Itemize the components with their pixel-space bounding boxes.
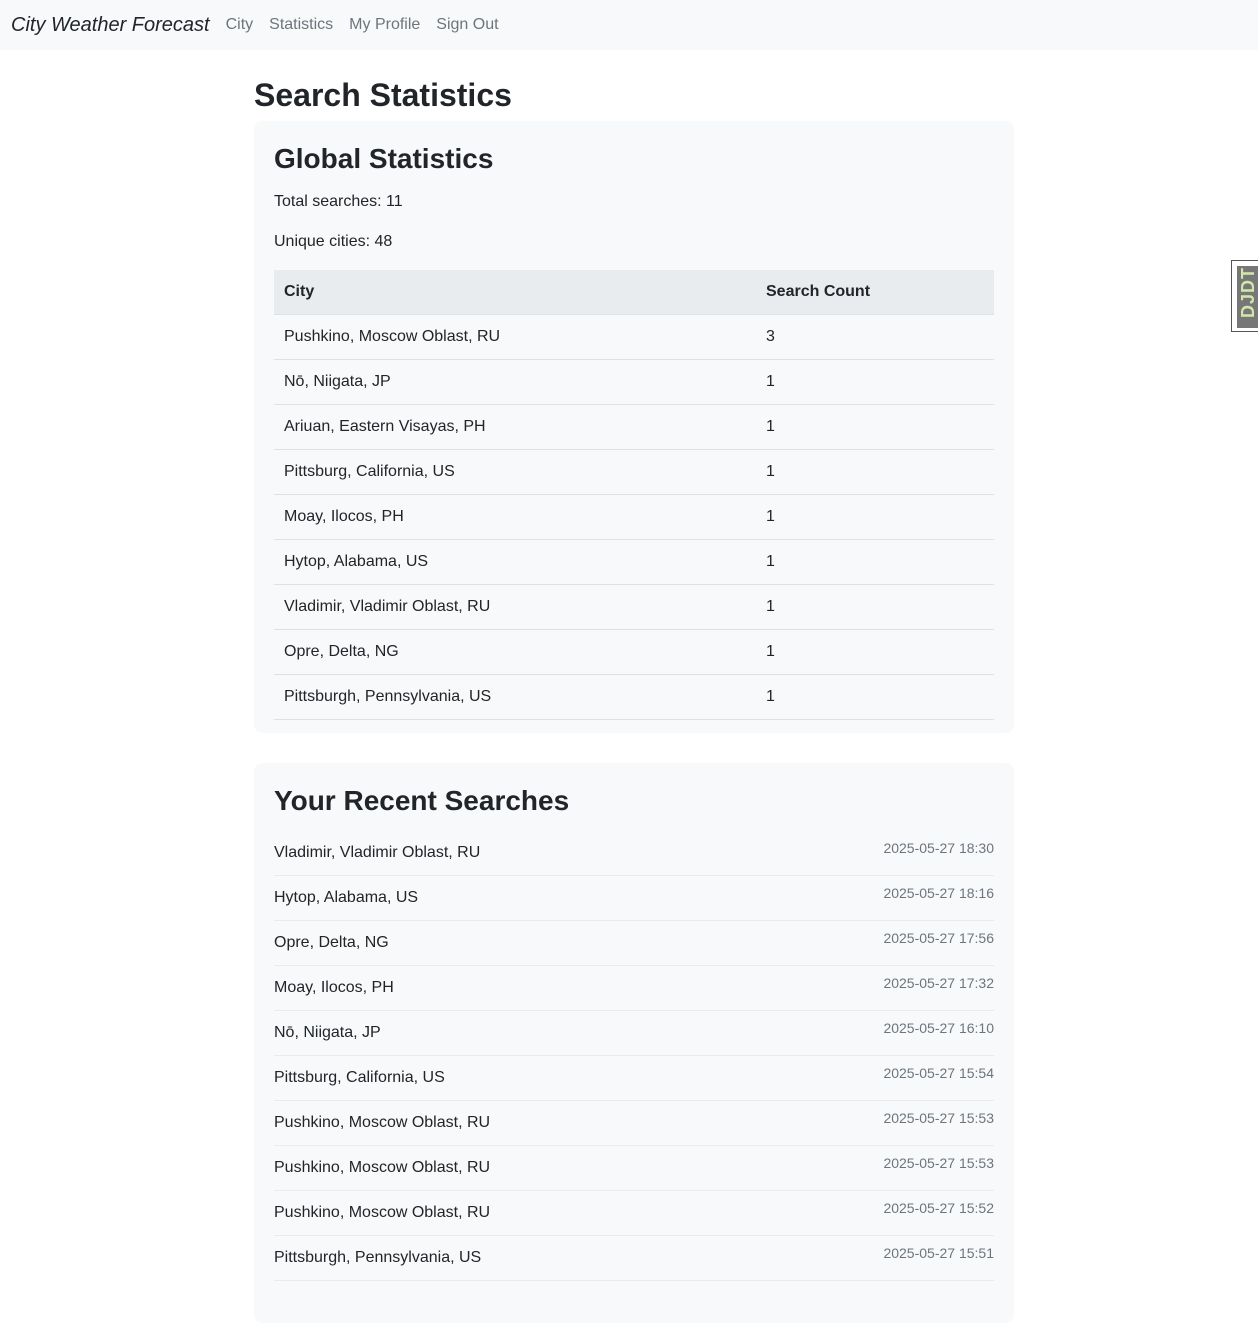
list-item[interactable]: Moay, Ilocos, PH 2025-05-27 17:32 xyxy=(274,966,994,1011)
city-cell: Moay, Ilocos, PH xyxy=(274,494,756,540)
city-cell: Vladimir, Vladimir Oblast, RU xyxy=(274,584,756,630)
city-cell: Ariuan, Eastern Visayas, PH xyxy=(274,404,756,450)
navbar: City Weather Forecast City Statistics My… xyxy=(0,0,1258,50)
table-row: Pushkino, Moscow Oblast, RU 3 xyxy=(274,314,994,360)
recent-searches-list: Vladimir, Vladimir Oblast, RU 2025-05-27 … xyxy=(274,831,994,1281)
total-searches-text: Total searches: 11 xyxy=(274,193,403,210)
main-content: Search Statistics Global Statistics Tota… xyxy=(254,50,1014,1323)
recent-search-timestamp: 2025-05-27 16:10 xyxy=(883,1020,994,1036)
table-row: Pittsburgh, Pennsylvania, US 1 xyxy=(274,674,994,720)
list-item[interactable]: Pushkino, Moscow Oblast, RU 2025-05-27 15… xyxy=(274,1191,994,1236)
city-cell: Nō, Niigata, JP xyxy=(274,359,756,405)
city-cell: Opre, Delta, NG xyxy=(274,629,756,675)
search-count-cell: 1 xyxy=(756,449,994,495)
list-item[interactable]: Opre, Delta, NG 2025-05-27 17:56 xyxy=(274,921,994,966)
search-count-cell: 1 xyxy=(756,674,994,720)
list-item[interactable]: Nō, Niigata, JP 2025-05-27 16:10 xyxy=(274,1011,994,1056)
table-row: Ariuan, Eastern Visayas, PH 1 xyxy=(274,404,994,450)
city-cell: Pittsburg, California, US xyxy=(274,449,756,495)
search-count-cell: 1 xyxy=(756,629,994,675)
table-row: Moay, Ilocos, PH 1 xyxy=(274,494,994,540)
table-row: Vladimir, Vladimir Oblast, RU 1 xyxy=(274,584,994,630)
search-count-cell: 1 xyxy=(756,494,994,540)
debug-toolbar-handle[interactable]: DJDT xyxy=(1231,260,1258,332)
recent-search-city: Vladimir, Vladimir Oblast, RU xyxy=(274,844,481,861)
nav-link-sign-out[interactable]: Sign Out xyxy=(436,16,498,34)
nav-link-city[interactable]: City xyxy=(226,16,254,34)
table-body: Pushkino, Moscow Oblast, RU 3 Nō, Niigata,… xyxy=(274,314,994,720)
search-count-cell: 1 xyxy=(756,539,994,585)
list-item[interactable]: Pittsburg, California, US 2025-05-27 15:5… xyxy=(274,1056,994,1101)
recent-search-timestamp: 2025-05-27 17:32 xyxy=(883,975,994,991)
recent-search-city: Hytop, Alabama, US xyxy=(274,889,419,906)
city-cell: Pittsburgh, Pennsylvania, US xyxy=(274,674,756,720)
search-count-cell: 3 xyxy=(756,314,994,360)
recent-search-timestamp: 2025-05-27 18:30 xyxy=(883,840,994,856)
recent-search-timestamp: 2025-05-27 15:54 xyxy=(883,1065,994,1081)
recent-search-city: Pushkino, Moscow Oblast, RU xyxy=(274,1159,491,1176)
list-item[interactable]: Vladimir, Vladimir Oblast, RU 2025-05-27 … xyxy=(274,831,994,876)
list-item[interactable]: Pushkino, Moscow Oblast, RU 2025-05-27 15… xyxy=(274,1101,994,1146)
recent-search-city: Opre, Delta, NG xyxy=(274,934,389,951)
recent-search-city: Pittsburgh, Pennsylvania, US xyxy=(274,1249,482,1266)
column-header-search-count: Search Count xyxy=(756,270,994,315)
recent-search-city: Pushkino, Moscow Oblast, RU xyxy=(274,1114,491,1131)
list-item[interactable]: Hytop, Alabama, US 2025-05-27 18:16 xyxy=(274,876,994,921)
recent-search-timestamp: 2025-05-27 18:16 xyxy=(883,885,994,901)
recent-search-timestamp: 2025-05-27 15:53 xyxy=(883,1110,994,1126)
table-row: Hytop, Alabama, US 1 xyxy=(274,539,994,585)
search-count-cell: 1 xyxy=(756,404,994,450)
search-count-cell: 1 xyxy=(756,359,994,405)
global-statistics-heading: Global Statistics xyxy=(274,143,494,174)
recent-search-city: Pushkino, Moscow Oblast, RU xyxy=(274,1204,491,1221)
list-item[interactable]: Pushkino, Moscow Oblast, RU 2025-05-27 15… xyxy=(274,1146,994,1191)
unique-cities-text: Unique cities: 48 xyxy=(274,233,393,250)
brand-link[interactable]: City Weather Forecast xyxy=(11,14,210,37)
city-cell: Pushkino, Moscow Oblast, RU xyxy=(274,314,756,360)
table-header-row: City Search Count xyxy=(274,270,994,315)
nav-link-statistics[interactable]: Statistics xyxy=(269,16,333,34)
page-title: Search Statistics xyxy=(254,77,512,113)
recent-search-timestamp: 2025-05-27 15:53 xyxy=(883,1155,994,1171)
search-count-cell: 1 xyxy=(756,584,994,630)
city-search-count-table: City Search Count Pushkino, Moscow Oblas… xyxy=(274,270,994,720)
recent-searches-heading: Your Recent Searches xyxy=(274,785,570,816)
recent-search-timestamp: 2025-05-27 15:51 xyxy=(883,1245,994,1261)
global-statistics-card: Global Statistics Total searches: 11 Uni… xyxy=(254,121,1014,733)
recent-search-timestamp: 2025-05-27 15:52 xyxy=(883,1200,994,1216)
nav-links: City Statistics My Profile Sign Out xyxy=(226,16,515,34)
list-item[interactable]: Pittsburgh, Pennsylvania, US 2025-05-27 1… xyxy=(274,1236,994,1281)
table-row: Opre, Delta, NG 1 xyxy=(274,629,994,675)
recent-search-city: Nō, Niigata, JP xyxy=(274,1024,381,1041)
table-row: Nō, Niigata, JP 1 xyxy=(274,359,994,405)
recent-search-timestamp: 2025-05-27 17:56 xyxy=(883,930,994,946)
debug-toolbar-label: DJDT xyxy=(1238,267,1258,319)
column-header-city: City xyxy=(274,270,756,315)
recent-searches-card: Your Recent Searches Vladimir, Vladimir … xyxy=(254,763,1014,1323)
city-cell: Hytop, Alabama, US xyxy=(274,539,756,585)
table-row: Pittsburg, California, US 1 xyxy=(274,449,994,495)
nav-link-my-profile[interactable]: My Profile xyxy=(349,16,420,34)
recent-search-city: Pittsburg, California, US xyxy=(274,1069,445,1086)
recent-search-city: Moay, Ilocos, PH xyxy=(274,979,394,996)
